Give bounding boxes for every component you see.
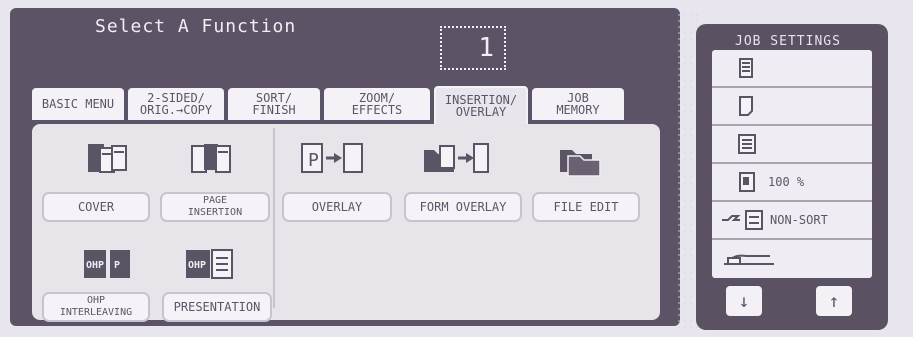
form-overlay-button[interactable]: FORM OVERLAY: [404, 192, 522, 222]
job-setting-row-sort[interactable]: NON-SORT: [712, 202, 872, 240]
svg-text:P: P: [308, 150, 319, 171]
file-edit-button-label: FILE EDIT: [553, 200, 619, 214]
svg-text:OHP: OHP: [86, 260, 104, 271]
page-title: Select A Function: [95, 16, 297, 37]
ohp-interleaving-label-1: OHP: [86, 295, 106, 306]
zoom-value: 100 %: [768, 175, 805, 189]
presentation-icon: OHP: [186, 249, 233, 279]
decorative-pattern: [676, 12, 698, 330]
tab-2-sided-label-2: ORIG.→COPY: [139, 103, 213, 117]
up-arrow-icon: ↑: [828, 290, 840, 312]
ohp-interleaving-label-2: INTERLEAVING: [59, 307, 133, 318]
presentation-button-label: PRESENTATION: [173, 300, 261, 314]
copy-counter: 1: [440, 26, 506, 70]
tab-sort-label-2: FINISH: [252, 103, 296, 117]
tab-insertion-overlay[interactable]: INSERTION/ OVERLAY: [434, 86, 528, 126]
page-insertion-label-1: PAGE: [202, 195, 228, 206]
tab-sort-finish[interactable]: SORT/ FINISH: [228, 88, 320, 120]
job-setting-row-1[interactable]: [712, 50, 872, 88]
panel-divider: [273, 128, 275, 308]
page-insertion-button[interactable]: PAGE INSERTION: [160, 192, 270, 222]
scroll-up-button[interactable]: ↑: [816, 286, 852, 316]
down-arrow-icon: ↓: [738, 290, 750, 312]
tab-zoom-label-2: EFFECTS: [351, 103, 403, 117]
job-setting-row-zoom[interactable]: 100 %: [712, 164, 872, 202]
tab-zoom-effects[interactable]: ZOOM/ EFFECTS: [324, 88, 430, 120]
text-page-icon: [738, 134, 756, 154]
sort-value: NON-SORT: [770, 213, 828, 227]
presentation-button[interactable]: PRESENTATION: [162, 292, 272, 322]
page-insertion-label-2: INSERTION: [187, 207, 243, 218]
zoom-page-icon: [739, 172, 755, 192]
cover-button-label: COVER: [77, 200, 115, 214]
overlay-button[interactable]: OVERLAY: [282, 192, 392, 222]
overlay-icon: P: [301, 143, 363, 173]
control-panel-screen: Select A Function 1 BASIC MENU 2-SIDED/ …: [0, 0, 913, 337]
form-overlay-button-label: FORM OVERLAY: [419, 200, 507, 214]
tab-insertion-label-2: OVERLAY: [455, 105, 507, 119]
single-sheet-icon: [739, 96, 753, 116]
tab-job-label-2: MEMORY: [556, 103, 600, 117]
ohp-interleaving-icon: OHP P: [84, 250, 130, 278]
tray-icon: [724, 254, 774, 265]
cover-icon: [88, 144, 127, 173]
two-sided-original-icon: [739, 58, 753, 78]
page-insertion-icon: [191, 144, 231, 173]
svg-text:P: P: [114, 260, 120, 271]
tab-basic-menu[interactable]: BASIC MENU: [32, 88, 124, 120]
file-edit-button[interactable]: FILE EDIT: [532, 192, 640, 222]
ohp-interleaving-button[interactable]: OHP INTERLEAVING: [42, 292, 150, 322]
job-settings-title: JOB SETTINGS: [735, 34, 841, 49]
overlay-button-label: OVERLAY: [311, 200, 363, 214]
form-overlay-icon: [424, 143, 489, 173]
job-setting-row-3[interactable]: [712, 126, 872, 164]
tab-job-memory[interactable]: JOB MEMORY: [532, 88, 624, 120]
tab-2-sided[interactable]: 2-SIDED/ ORIG.→COPY: [128, 88, 224, 120]
cover-button[interactable]: COVER: [42, 192, 150, 222]
job-setting-row-tray[interactable]: [712, 240, 872, 278]
file-edit-icon: [560, 150, 601, 177]
sort-icon: [722, 210, 763, 230]
svg-text:OHP: OHP: [188, 260, 206, 271]
scroll-down-button[interactable]: ↓: [726, 286, 762, 316]
tab-basic-menu-label: BASIC MENU: [41, 97, 115, 111]
job-setting-row-2[interactable]: [712, 88, 872, 126]
